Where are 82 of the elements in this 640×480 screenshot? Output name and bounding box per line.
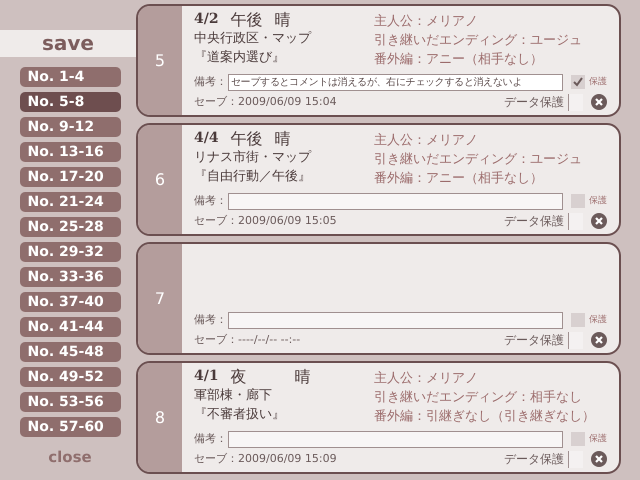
data-protect-checkbox[interactable] (568, 212, 583, 230)
memo-field[interactable] (228, 430, 563, 448)
save-date: 4/4 (194, 129, 219, 148)
slot-number: 7 (138, 244, 182, 353)
data-protect-label: データ保護 (504, 451, 564, 468)
page-tab[interactable]: No. 17-20 (20, 167, 120, 187)
location-text: 中央行政区・マップ (194, 30, 312, 48)
protect-label: 保護 (589, 76, 607, 89)
page-tab[interactable]: No. 25-28 (20, 217, 120, 237)
memo-label: 備考： (194, 193, 228, 210)
info-line: 主人公：メリアノ (374, 13, 479, 31)
save-title: save (0, 30, 136, 57)
info-line: 主人公：メリアノ (374, 132, 479, 150)
info-line: 引き継いだエンディング：相手なし (374, 389, 583, 407)
save-timestamp: セーブ：2009/06/09 15:05 (194, 212, 337, 229)
event-title: 『自由行動／午後』 (194, 168, 312, 186)
page-tab[interactable]: No. 29-32 (20, 242, 120, 262)
page-tab[interactable]: No. 49-52 (20, 367, 120, 387)
memo-field[interactable] (228, 312, 563, 329)
memo-protect-checkbox[interactable] (571, 75, 585, 90)
close-button[interactable]: close (44, 446, 92, 468)
time-of-day: 午後 (230, 129, 263, 148)
slot-number: 6 (138, 125, 182, 234)
page-tab[interactable]: No. 53-56 (20, 392, 120, 412)
protect-label: 保護 (589, 314, 607, 327)
page-tab[interactable]: No. 37-40 (20, 292, 120, 312)
save-date: 4/2 (194, 10, 219, 29)
location-text: 軍部棟・廊下 (194, 387, 273, 405)
data-protect-label: データ保護 (504, 332, 564, 350)
event-title: 『道案内選び』 (194, 49, 286, 67)
page-tab[interactable]: No. 1-4 (20, 67, 120, 87)
protect-label: 保護 (589, 194, 607, 208)
memo-protect-checkbox[interactable] (571, 194, 585, 208)
info-line: 番外編：引継ぎなし（引き継ぎなし） (374, 408, 595, 426)
info-line: 番外編：アニー（相手なし） (374, 170, 544, 188)
memo-label: 備考： (194, 74, 228, 90)
data-protect-label: データ保護 (504, 213, 564, 230)
data-protect-checkbox[interactable] (568, 332, 583, 349)
location-text: リナス市街・マップ (194, 149, 312, 167)
save-date: 4/1 (194, 367, 219, 386)
slot-number: 8 (138, 363, 182, 472)
save-slot-card[interactable]: 5 4/2 午後 晴 中央行政区・マップ 『道案内選び』 主人公：メリアノ 引き継いだエンディング：ユージュ 番外編：アニー（相手なし） 備考： セーブするとコメントは消えるが、右にチェックすると消えないよ 保護 セーブ：2009/06/09 15:04 データ保護 (136, 4, 621, 117)
memo-field[interactable] (228, 192, 563, 210)
save-timestamp: セーブ：2009/06/09 15:04 (194, 94, 337, 110)
save-slot-card[interactable]: 8 4/1 夜 晴 軍部棟・廊下 『不審者扱い』 主人公：メリアノ 引き継いだエンディング：相手なし 番外編：引継ぎなし（引き継ぎなし） 備考： 保護 セーブ：2009/06/09 15:09 データ保護 (136, 361, 621, 474)
data-protect-checkbox[interactable] (568, 94, 583, 111)
delete-icon[interactable] (591, 451, 607, 468)
page-tab[interactable]: No. 5-8 (20, 92, 120, 112)
delete-icon[interactable] (591, 213, 607, 230)
weather: 晴 (274, 129, 291, 148)
weather: 晴 (274, 10, 291, 29)
slot-number: 5 (138, 6, 182, 115)
page-tab[interactable]: No. 9-12 (20, 117, 120, 137)
save-timestamp: セーブ：2009/06/09 15:09 (194, 450, 337, 467)
time-of-day: 夜 (230, 367, 283, 386)
page-tab[interactable]: No. 41-44 (20, 317, 120, 337)
memo-label: 備考： (194, 431, 228, 448)
page-tab[interactable]: No. 33-36 (20, 267, 120, 287)
data-protect-checkbox[interactable] (568, 450, 583, 468)
page-tab[interactable]: No. 13-16 (20, 142, 120, 162)
save-slot-card[interactable]: 7 備考： 保護 セーブ：----/--/-- --:-- データ保護 (136, 242, 621, 355)
protect-label: 保護 (589, 432, 607, 446)
info-line: 番外編：アニー（相手なし） (374, 51, 544, 69)
page-tab[interactable]: No. 45-48 (20, 342, 120, 362)
delete-icon[interactable] (591, 332, 607, 348)
save-timestamp: セーブ：----/--/-- --:-- (194, 332, 300, 348)
info-line: 引き継いだエンディング：ユージュ (374, 151, 582, 169)
weather: 晴 (294, 367, 311, 386)
memo-field[interactable]: セーブするとコメントは消えるが、右にチェックすると消えないよ (228, 74, 563, 91)
memo-protect-checkbox[interactable] (571, 432, 585, 446)
memo-protect-checkbox[interactable] (571, 313, 585, 328)
check-icon (573, 77, 583, 88)
data-protect-label: データ保護 (504, 94, 564, 112)
page-tab[interactable]: No. 21-24 (20, 192, 120, 212)
event-title: 『不審者扱い』 (194, 406, 286, 424)
delete-icon[interactable] (591, 94, 607, 110)
save-slot-card[interactable]: 6 4/4 午後 晴 リナス市街・マップ 『自由行動／午後』 主人公：メリアノ 引き継いだエンディング：ユージュ 番外編：アニー（相手なし） 備考： 保護 セーブ：2009/06/09 15:05 データ保護 (136, 123, 621, 236)
info-line: 主人公：メリアノ (374, 370, 479, 388)
time-of-day: 午後 (230, 10, 263, 29)
info-line: 引き継いだエンディング：ユージュ (374, 32, 582, 50)
memo-label: 備考： (194, 312, 228, 328)
page-tab[interactable]: No. 57-60 (20, 417, 120, 437)
